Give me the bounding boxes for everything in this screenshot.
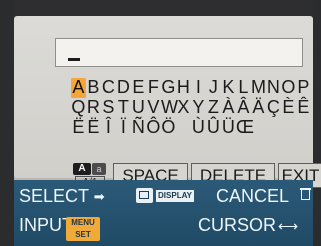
- character-key[interactable]: L: [236, 78, 251, 98]
- lowercase-mode-indicator: a: [92, 163, 106, 175]
- character-key[interactable]: Û: [206, 118, 221, 138]
- left-background: [0, 0, 14, 246]
- character-key[interactable]: Ô: [146, 118, 161, 138]
- character-key[interactable]: B: [86, 78, 101, 98]
- character-key[interactable]: I: [191, 78, 206, 98]
- menu-set-bottom-label: SET: [75, 230, 91, 239]
- character-key[interactable]: U: [131, 98, 146, 118]
- character-key[interactable]: À: [221, 98, 236, 118]
- character-key[interactable]: C: [101, 78, 116, 98]
- display-icon: DISPLAY: [136, 186, 194, 208]
- character-row-2: QRSTUVWXYZÀÂÄÇÈÊ: [71, 98, 321, 118]
- character-key[interactable]: G: [161, 78, 176, 98]
- input-cursor: [68, 58, 80, 61]
- character-key[interactable]: Ç: [266, 98, 281, 118]
- character-key[interactable]: A: [71, 78, 86, 98]
- character-key[interactable]: K: [221, 78, 236, 98]
- select-label: SELECT: [19, 186, 89, 206]
- character-key[interactable]: Ê: [296, 98, 311, 118]
- character-key[interactable]: M: [251, 78, 266, 98]
- bottom-control-guide: SELECT ➡ DISPLAY CANCEL INPUT MENU SET C…: [14, 180, 313, 246]
- character-key[interactable]: H: [176, 78, 191, 98]
- cancel-guide: CANCEL: [216, 186, 289, 206]
- character-key[interactable]: Ü: [221, 118, 236, 138]
- menu-set-icon: MENU SET: [66, 217, 100, 241]
- character-key[interactable]: Ö: [161, 118, 176, 138]
- character-key[interactable]: W: [161, 98, 178, 118]
- select-guide: SELECT ➡: [19, 186, 120, 207]
- uppercase-mode-indicator: A: [73, 163, 91, 175]
- character-row-3: ËËÎÏÑÔÖ ÙÛÜŒ: [71, 118, 321, 138]
- character-key[interactable]: D: [116, 78, 131, 98]
- select-arrow-icon: ➡: [93, 189, 105, 205]
- character-key[interactable]: Ù: [191, 118, 206, 138]
- character-key[interactable]: Ë: [86, 118, 101, 138]
- character-key[interactable]: Ñ: [131, 118, 146, 138]
- camera-text-entry-screen: ABCDEFGHIJKLMNOP QRSTUVWXYZÀÂÄÇÈÊ ËËÎÏÑÔ…: [0, 0, 321, 246]
- character-key[interactable]: E: [131, 78, 146, 98]
- character-key[interactable]: Ï: [116, 118, 131, 138]
- character-key[interactable]: Y: [191, 98, 206, 118]
- character-key[interactable]: [176, 118, 191, 138]
- input-guide: INPUT: [19, 215, 73, 235]
- character-key[interactable]: Œ: [236, 118, 254, 138]
- character-key[interactable]: S: [101, 98, 116, 118]
- character-key[interactable]: O: [281, 78, 296, 98]
- character-key[interactable]: Ë: [71, 118, 86, 138]
- character-key[interactable]: È: [281, 98, 296, 118]
- input-label: INPUT: [19, 215, 73, 235]
- character-key[interactable]: Q: [71, 98, 86, 118]
- character-key[interactable]: Z: [206, 98, 221, 118]
- character-key[interactable]: J: [206, 78, 221, 98]
- cancel-label: CANCEL: [216, 186, 290, 206]
- trash-icon: [300, 187, 311, 202]
- cursor-guide: CURSOR: [198, 215, 276, 235]
- character-key[interactable]: X: [176, 98, 191, 118]
- character-key[interactable]: N: [266, 78, 281, 98]
- character-key[interactable]: Î: [101, 118, 116, 138]
- character-grid: ABCDEFGHIJKLMNOP QRSTUVWXYZÀÂÄÇÈÊ ËËÎÏÑÔ…: [71, 78, 321, 138]
- character-key[interactable]: F: [146, 78, 161, 98]
- text-entry-panel: ABCDEFGHIJKLMNOP QRSTUVWXYZÀÂÄÇÈÊ ËËÎÏÑÔ…: [14, 16, 321, 188]
- display-label: DISPLAY: [156, 190, 194, 202]
- character-key[interactable]: P: [296, 78, 311, 98]
- character-key[interactable]: V: [146, 98, 161, 118]
- display-box-icon: [136, 188, 153, 203]
- character-key[interactable]: T: [116, 98, 131, 118]
- character-key[interactable]: Ä: [251, 98, 266, 118]
- text-input-field[interactable]: [55, 38, 303, 67]
- menu-set-top-label: MENU: [71, 218, 95, 227]
- cursor-label: CURSOR: [198, 215, 277, 235]
- character-key[interactable]: R: [86, 98, 101, 118]
- character-key[interactable]: Â: [236, 98, 251, 118]
- cursor-arrows-icon: ⟷: [278, 218, 299, 234]
- character-row-1: ABCDEFGHIJKLMNOP: [71, 78, 321, 98]
